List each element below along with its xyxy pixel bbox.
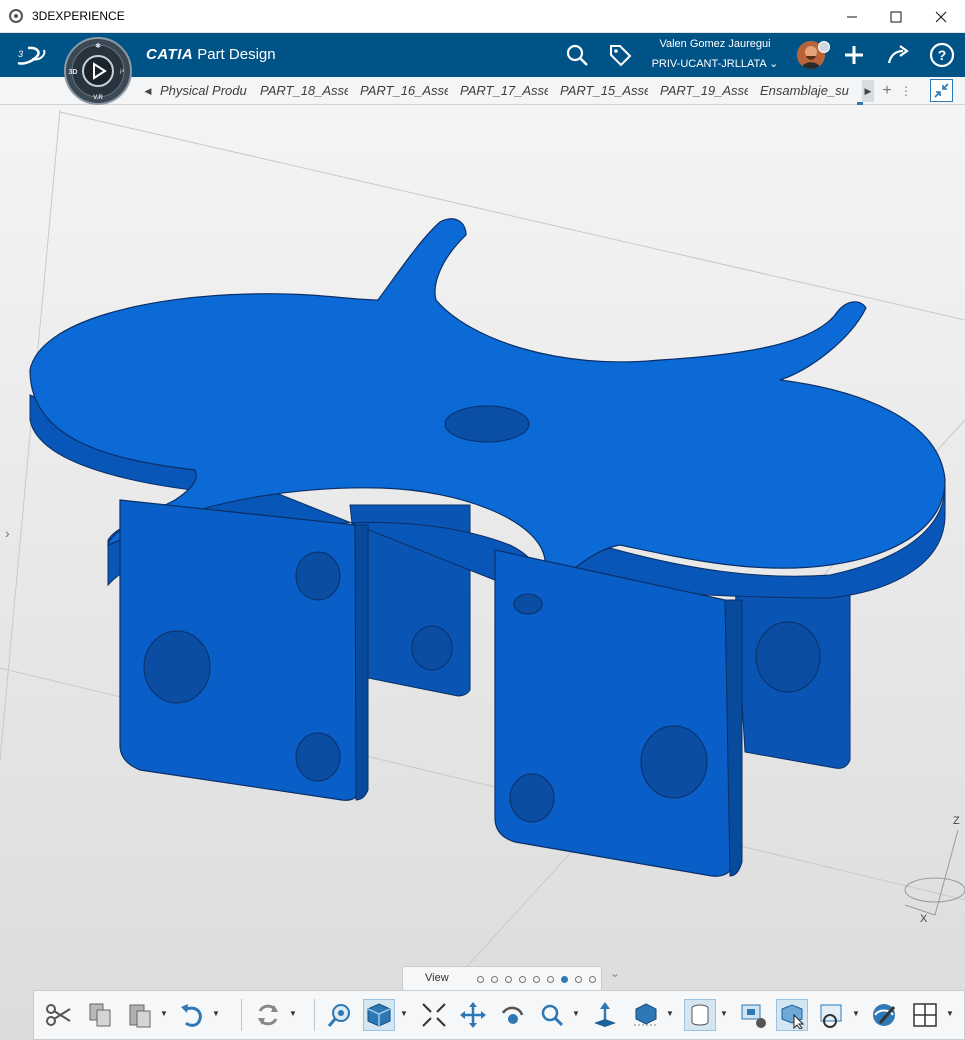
chevron-down-icon[interactable]: ▼ [212, 1009, 220, 1019]
chevron-down-icon[interactable]: ▼ [160, 1009, 168, 1019]
section-dot[interactable] [505, 976, 512, 983]
chevron-down-icon: ⌄ [769, 58, 779, 70]
section-dot[interactable] [575, 976, 582, 983]
chevron-down-icon[interactable]: ⌄ [610, 966, 620, 980]
compass-3d-label: 3D [69, 69, 78, 76]
app-name: Part Design [197, 46, 276, 63]
tabs-scroll-left[interactable]: ◀ [142, 80, 154, 102]
action-bar-section-tab[interactable]: View [402, 966, 602, 990]
add-tab-icon[interactable]: + [881, 80, 893, 102]
axis-z-label: Z [953, 815, 960, 827]
fly-mode-icon[interactable] [324, 999, 356, 1031]
tab-physical-product[interactable]: Physical Produ [160, 83, 250, 99]
section-label: View [425, 972, 449, 984]
svg-text:3: 3 [18, 49, 23, 59]
rotate-icon[interactable] [496, 999, 528, 1031]
section-dot-active[interactable] [561, 976, 568, 983]
tabs-bar: ◀ Physical Produ PART_18_Asse PART_16_As… [0, 77, 965, 105]
add-icon[interactable] [840, 41, 868, 69]
brand-name: CATIA [146, 46, 194, 63]
section-dot[interactable] [477, 976, 484, 983]
side-panel-toggle[interactable]: › [5, 525, 10, 541]
undo-icon[interactable] [176, 999, 208, 1031]
maximize-button[interactable] [873, 0, 919, 33]
view-settings-icon[interactable] [868, 999, 900, 1031]
paste-icon[interactable] [124, 999, 156, 1031]
clipping-box-icon[interactable] [816, 999, 848, 1031]
center-hole [444, 405, 530, 443]
svg-text:?: ? [938, 47, 947, 63]
section-dot[interactable] [547, 976, 554, 983]
close-button[interactable] [918, 0, 964, 33]
chevron-down-icon[interactable]: ▼ [289, 1009, 297, 1019]
ds-logo[interactable]: 3 [14, 41, 48, 74]
tab-part-16[interactable]: PART_16_Asse [360, 83, 448, 99]
3d-viewport[interactable]: Z X [0, 105, 965, 1040]
window-title: 3DEXPERIENCE [32, 9, 125, 23]
normal-view-icon[interactable] [589, 999, 621, 1031]
tenant-selector[interactable]: PRIV-UCANT-JRLLATA ⌄ [640, 57, 790, 70]
chevron-down-icon[interactable]: ▼ [572, 1009, 580, 1019]
share-icon[interactable] [884, 41, 912, 69]
tab-part-15[interactable]: PART_15_Asse [560, 83, 648, 99]
chevron-down-icon[interactable]: ▼ [852, 1009, 860, 1019]
fit-all-icon[interactable] [418, 999, 450, 1031]
axis-x-label: X [920, 913, 928, 925]
user-name[interactable]: Valen Gomez Jauregui [640, 38, 790, 50]
svg-text:✱: ✱ [95, 42, 101, 50]
separator [314, 999, 315, 1031]
cut-icon[interactable] [42, 999, 74, 1031]
tab-part-19[interactable]: PART_19_Asse [660, 83, 748, 99]
tenant-label: PRIV-UCANT-JRLLATA [651, 58, 767, 70]
tab-part-17[interactable]: PART_17_Asse [460, 83, 548, 99]
app-icon [9, 9, 23, 23]
tag-icon[interactable] [606, 41, 634, 69]
section-dot[interactable] [519, 976, 526, 983]
collapse-icon[interactable] [930, 79, 953, 102]
tabs-scroll-right[interactable]: ▶ [862, 80, 874, 102]
compass-i3-label: i³ [120, 69, 125, 76]
layout-icon[interactable] [909, 999, 941, 1031]
separator [241, 999, 242, 1031]
top-bar: 3 CATIA Part Design Valen Gomez Jauregui … [0, 33, 965, 77]
section-dot[interactable] [533, 976, 540, 983]
search-icon[interactable] [563, 41, 591, 69]
section-dot[interactable] [589, 976, 596, 983]
chevron-down-icon[interactable]: ▼ [720, 1009, 728, 1019]
visualization-mode-icon[interactable] [684, 999, 716, 1031]
app-title: CATIA Part Design [146, 46, 276, 63]
more-icon[interactable]: ⋮ [900, 80, 912, 102]
properties-icon[interactable] [776, 999, 808, 1031]
zoom-icon[interactable] [536, 999, 568, 1031]
action-bar: ▼ ▼ ▼ ▼ ▼ ▼ ▼ ▼ ▼ [33, 990, 965, 1040]
compass[interactable]: ✱ 3D i³ V.R [61, 37, 135, 105]
status-badge [818, 41, 830, 53]
copy-icon[interactable] [84, 999, 116, 1031]
section-dot[interactable] [491, 976, 498, 983]
update-icon[interactable] [252, 999, 284, 1031]
chevron-down-icon[interactable]: ▼ [946, 1009, 954, 1019]
pan-icon[interactable] [457, 999, 489, 1031]
help-icon[interactable]: ? [928, 41, 956, 69]
compass-vr-label: V.R [93, 95, 103, 101]
hide-show-icon[interactable] [737, 999, 769, 1031]
minimize-button[interactable] [829, 0, 875, 33]
chevron-down-icon[interactable]: ▼ [666, 1009, 674, 1019]
tab-ensamblaje[interactable]: Ensamblaje_su [760, 83, 852, 99]
window-titlebar: 3DEXPERIENCE [0, 0, 965, 33]
ground-icon[interactable] [630, 999, 662, 1031]
view-mode-icon[interactable] [363, 999, 395, 1031]
chevron-down-icon[interactable]: ▼ [400, 1009, 408, 1019]
tab-part-18[interactable]: PART_18_Asse [260, 83, 348, 99]
